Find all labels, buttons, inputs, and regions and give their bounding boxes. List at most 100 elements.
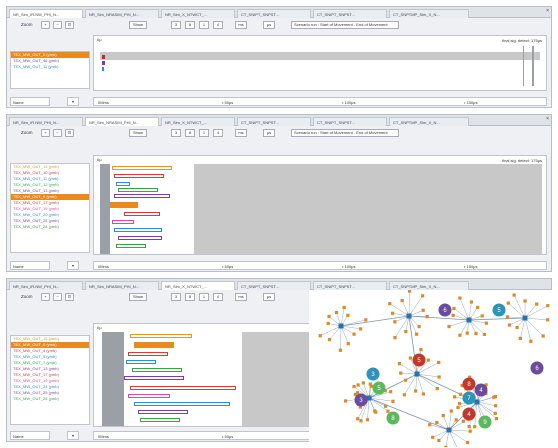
leaf-node	[404, 330, 407, 333]
tab-3[interactable]: NR_Sim_X_NTWCT_...	[161, 117, 235, 126]
unit-field-1[interactable]: ms	[235, 293, 247, 301]
signal-item[interactable]: TEX_MW_OUT_28 (ymb)	[11, 224, 89, 230]
tab-2[interactable]: NR_Sim_NRASIM_PHI_N...	[85, 117, 159, 126]
name-field[interactable]: Name	[10, 261, 50, 270]
leaf-node	[399, 371, 402, 374]
leaf-node	[373, 409, 376, 412]
zoom-in-button[interactable]: +	[41, 129, 50, 137]
network-graph-svg: 6565338749458	[309, 290, 558, 447]
signal-span	[118, 236, 162, 240]
tab-1[interactable]: NR_Sim_IR.NW_PHI_N...	[9, 9, 83, 18]
signal-span	[114, 194, 170, 198]
signal-item[interactable]: TEX_MW_OUT_28 (ymb)	[11, 396, 89, 402]
close-icon[interactable]: ×	[546, 116, 549, 122]
show-button[interactable]: Show	[129, 129, 147, 137]
tab-5[interactable]: CT_SNIPT_SNPST...	[313, 281, 387, 290]
leaf-node	[466, 441, 469, 444]
toolbar: Zoom + − ⊡ Show 3 8 1 4 ms μs Scenario r…	[7, 126, 551, 140]
zoom-label: Zoom	[21, 22, 33, 27]
name-field[interactable]: Name	[10, 431, 50, 440]
name-dropdown[interactable]: ▾	[67, 97, 79, 106]
name-field[interactable]: Name	[10, 97, 50, 106]
close-icon[interactable]: ×	[546, 8, 549, 14]
time-field-2[interactable]: 8	[185, 21, 195, 29]
leaf-node	[343, 306, 346, 309]
time-field-1[interactable]: 3	[171, 129, 181, 137]
zoom-out-button[interactable]: −	[53, 293, 62, 301]
leaf-node	[328, 338, 331, 341]
tab-1[interactable]: NR_Sim_IR.NW_PHI_N...	[9, 117, 83, 126]
tab-5[interactable]: CT_SNIPT_SNPST...	[313, 9, 387, 18]
leaf-node	[389, 390, 392, 393]
time-field-3[interactable]: 1	[199, 293, 209, 301]
tab-5[interactable]: CT_SNIPT_SNPST...	[313, 117, 387, 126]
zoom-fit-button[interactable]: ⊡	[65, 129, 74, 137]
leaf-node	[393, 320, 396, 323]
tab-6[interactable]: CT_SNPTMP_Sim_X_N...	[389, 281, 469, 290]
zoom-fit-button[interactable]: ⊡	[65, 293, 74, 301]
zoom-in-button[interactable]: +	[41, 293, 50, 301]
signal-span	[126, 360, 156, 364]
show-button[interactable]: Show	[129, 21, 147, 29]
leaf-node	[352, 333, 355, 336]
zoom-fit-button[interactable]: ⊡	[65, 21, 74, 29]
tab-bar: NR_Sim_IR.NW_PHI_N... NR_Sim_NRASIM_PHI_…	[7, 7, 551, 18]
leaf-node	[393, 336, 396, 339]
tab-bar: NR_Sim_IR.NW_PHI_N... NR_Sim_NRASIM_PHI_…	[7, 115, 551, 126]
tab-1[interactable]: NR_Sim_IR.NW_PHI_N...	[9, 281, 83, 290]
graph-edge	[525, 318, 548, 320]
leaf-node	[458, 296, 461, 299]
tab-6[interactable]: CT_SNPTMP_Sim_X_N...	[389, 117, 469, 126]
time-field-1[interactable]: 3	[171, 293, 181, 301]
waveform-canvas[interactable]: 0μ final sig. detect: 175μs	[93, 35, 547, 91]
tab-3[interactable]: NR_Sim_X_NTWCT_...	[161, 9, 235, 18]
tab-4[interactable]: CT_SNIPT_SNPST...	[237, 281, 311, 290]
tab-2[interactable]: NR_Sim_NRASIM_PHI_N...	[85, 9, 159, 18]
graph-edge	[449, 430, 459, 447]
leaf-node	[452, 307, 455, 310]
time-field-1[interactable]: 3	[171, 21, 181, 29]
graph-edge	[416, 374, 417, 391]
tab-2[interactable]: NR_Sim_NRASIM_PHI_N...	[85, 281, 159, 290]
leaf-node	[344, 399, 347, 402]
signal-span	[130, 334, 192, 338]
tab-4[interactable]: CT_SNIPT_SNPST...	[237, 117, 311, 126]
zoom-label: Zoom	[21, 294, 33, 299]
zoom-in-button[interactable]: +	[41, 21, 50, 29]
scenario-selector[interactable]: Scenario run : Start of Movement - End o…	[291, 21, 399, 29]
time-field-4[interactable]: 4	[213, 21, 223, 29]
scenario-selector[interactable]: Scenario run : Start of Movement - End o…	[291, 129, 399, 137]
leaf-node	[388, 302, 391, 305]
show-button[interactable]: Show	[129, 293, 147, 301]
tab-6[interactable]: CT_SNPTMP_Sim_X_N...	[389, 9, 469, 18]
unit-field-2[interactable]: μs	[263, 129, 275, 137]
leaf-node	[356, 417, 359, 420]
name-dropdown[interactable]: ▾	[67, 261, 79, 270]
waveform-canvas[interactable]: 0μ final sig. detect: 175μs	[93, 155, 547, 255]
time-field-4[interactable]: 4	[213, 293, 223, 301]
leaf-node	[427, 359, 430, 362]
time-field-4[interactable]: 4	[213, 129, 223, 137]
selected-signal-bar	[110, 202, 138, 208]
time-field-3[interactable]: 1	[199, 129, 209, 137]
signal-span	[124, 376, 184, 380]
leaf-node	[506, 315, 509, 318]
unit-field-1[interactable]: ms	[235, 129, 247, 137]
leaf-node	[357, 383, 360, 386]
unit-field-2[interactable]: μs	[263, 293, 275, 301]
zoom-out-button[interactable]: −	[53, 129, 62, 137]
time-field-3[interactable]: 1	[199, 21, 209, 29]
tab-3[interactable]: NR_Sim_X_NTWCT_...	[161, 281, 235, 290]
leaf-node	[523, 299, 526, 302]
unit-field-2[interactable]: μs	[263, 21, 275, 29]
name-dropdown[interactable]: ▾	[67, 431, 79, 440]
tab-4[interactable]: CT_SNIPT_SNPST...	[237, 9, 311, 18]
time-field-2[interactable]: 8	[185, 293, 195, 301]
signal-item[interactable]: TEX_MW_OUT_11 (ymb)	[11, 64, 89, 70]
time-field-2[interactable]: 8	[185, 129, 195, 137]
leaf-node	[535, 302, 538, 305]
unit-field-1[interactable]: ms	[235, 21, 247, 29]
leaf-node	[455, 418, 458, 421]
zoom-out-button[interactable]: −	[53, 21, 62, 29]
graph-edge	[525, 318, 543, 336]
